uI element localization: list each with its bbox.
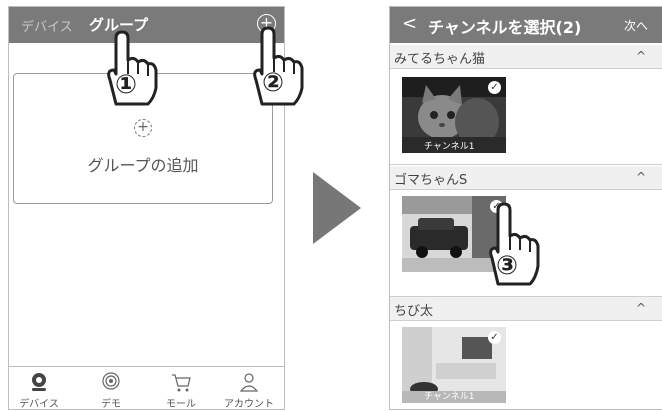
nav-item-mall[interactable]: モール: [151, 371, 211, 410]
bottom-nav: デバイス デモ モール アカウント: [9, 366, 284, 410]
nav-label: デバイス: [19, 399, 59, 410]
nav-label: アカウント: [224, 399, 274, 410]
divider: [390, 164, 662, 165]
channel-label: チャンネル1: [424, 142, 475, 152]
group-header[interactable]: ちび太 ^: [390, 297, 662, 321]
step-1-marker: ①: [115, 70, 138, 100]
checkmark-icon: ✓: [488, 331, 501, 344]
next-arrow-icon: [313, 172, 361, 244]
checkmark-icon: ✓: [488, 81, 501, 94]
group-header[interactable]: ゴマちゃんS ^: [390, 166, 662, 190]
step-3-marker: ③: [496, 251, 519, 281]
plus-icon: +: [134, 119, 152, 137]
chevron-up-icon[interactable]: ^: [636, 49, 646, 63]
nav-item-demo[interactable]: デモ: [81, 371, 141, 410]
demo-icon: [102, 372, 120, 390]
group-name: ゴマちゃんS: [394, 173, 468, 188]
account-icon: [239, 373, 259, 392]
group-name: みてるちゃん猫: [394, 52, 486, 67]
tab-devices[interactable]: デバイス: [21, 16, 73, 35]
nav-item-devices[interactable]: デバイス: [9, 371, 69, 410]
next-button[interactable]: 次へ: [624, 17, 648, 34]
camera-icon: [32, 373, 46, 391]
channel-thumbnail[interactable]: ✓ チャンネル1: [402, 77, 506, 153]
chevron-up-icon[interactable]: ^: [636, 170, 646, 184]
group-name: ちび太: [394, 304, 434, 319]
back-button[interactable]: <: [402, 13, 417, 34]
top-bar: < チャンネルを選択(2) 次へ: [390, 7, 662, 43]
add-group-label: グループの追加: [87, 156, 199, 175]
step-2-marker: ②: [262, 68, 285, 98]
nav-label: デモ: [101, 399, 121, 410]
chevron-up-icon[interactable]: ^: [636, 301, 646, 315]
channel-label: チャンネル1: [424, 392, 475, 402]
nav-item-account[interactable]: アカウント: [219, 371, 279, 410]
page-title: チャンネルを選択(2): [428, 18, 582, 37]
group-header[interactable]: みてるちゃん猫 ^: [390, 45, 662, 69]
nav-label: モール: [166, 399, 196, 410]
cart-icon: [172, 374, 191, 392]
channel-thumbnail[interactable]: ✓ チャンネル1: [402, 327, 506, 403]
